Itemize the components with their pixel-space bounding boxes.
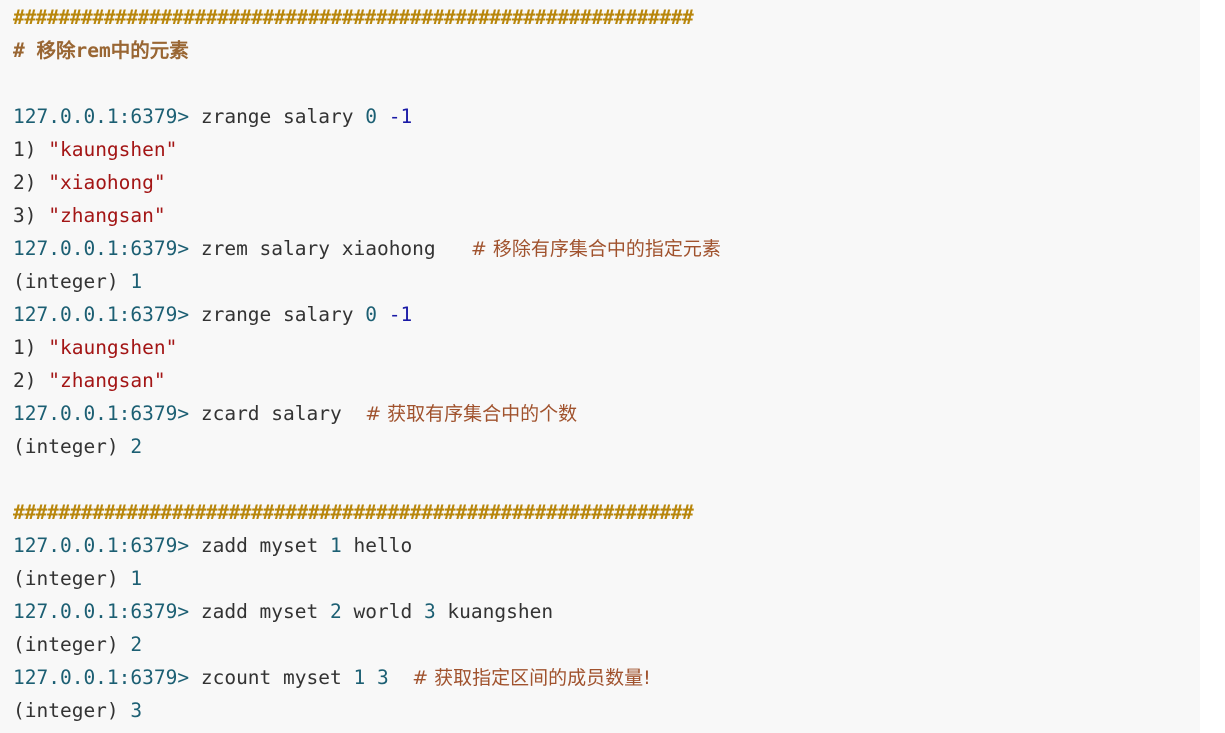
code-line: (integer) 2 <box>13 628 721 661</box>
number-token: 0 <box>365 303 377 326</box>
number-token: -1 <box>388 105 413 128</box>
number-token: 2 <box>330 600 342 623</box>
code-line: ########################################… <box>13 1 721 34</box>
code-block: ########################################… <box>0 0 1200 733</box>
command-text: 3) <box>13 204 49 227</box>
prompt: 127.0.0.1:6379> <box>13 402 190 425</box>
code-line: 3) "zhangsan" <box>13 199 721 232</box>
string-token: "zhangsan" <box>48 369 166 392</box>
number-token: 1 <box>130 567 143 590</box>
command-text: zadd myset <box>189 600 330 623</box>
comment-token: # 获取指定区间的成员数量! <box>412 667 651 689</box>
code-line: (integer) 2 <box>13 430 721 463</box>
code-line: 2) "zhangsan" <box>13 364 721 397</box>
number-token: 1 <box>353 666 366 689</box>
code-line: (integer) 1 <box>13 265 721 298</box>
command-text: hello <box>341 534 413 557</box>
number-token: -1 <box>388 303 413 326</box>
comment-token: # 移除有序集合中的指定元素 <box>470 238 721 260</box>
command-text: zrem salary xiaohong <box>189 237 471 260</box>
code-line: # 移除rem中的元素 <box>13 34 721 67</box>
code-line: 127.0.0.1:6379> zrem salary xiaohong # 移… <box>13 232 721 265</box>
code-line: 127.0.0.1:6379> zcard salary # 获取有序集合中的个… <box>13 397 721 430</box>
command-text: zcount myset <box>189 666 354 689</box>
command-text <box>365 666 377 689</box>
number-token: 1 <box>330 534 342 557</box>
command-text: (integer) <box>13 567 131 590</box>
number-token: 2 <box>130 633 143 656</box>
page-margin <box>1200 0 1225 733</box>
number-token: 0 <box>365 105 377 128</box>
separator-line: ########################################… <box>13 501 694 524</box>
string-token: "kaungshen" <box>48 336 178 359</box>
comment-token: # 获取有序集合中的个数 <box>365 403 578 425</box>
command-text: (integer) <box>13 270 131 293</box>
command-text: kuangshen <box>435 600 554 623</box>
prompt: 127.0.0.1:6379> <box>13 666 190 689</box>
code-line: 127.0.0.1:6379> zadd myset 2 world 3 kua… <box>13 595 721 628</box>
number-token: 3 <box>423 600 436 623</box>
command-text: zrange salary <box>189 303 366 326</box>
number-token: 3 <box>376 666 389 689</box>
code-line: ########################################… <box>13 496 721 529</box>
command-text: zadd myset <box>189 534 330 557</box>
string-token: "zhangsan" <box>48 204 166 227</box>
command-text: 1) <box>13 336 49 359</box>
string-token: "xiaohong" <box>48 171 166 194</box>
prompt: 127.0.0.1:6379> <box>13 105 190 128</box>
code-line: (integer) 1 <box>13 562 721 595</box>
prompt: 127.0.0.1:6379> <box>13 303 190 326</box>
command-text <box>389 666 412 689</box>
code-content: ########################################… <box>13 0 721 727</box>
command-text: world <box>341 600 424 623</box>
string-token: "kaungshen" <box>48 138 178 161</box>
code-line: 127.0.0.1:6379> zadd myset 1 hello <box>13 529 721 562</box>
command-text: 2) <box>13 171 49 194</box>
separator-line: ########################################… <box>13 6 694 29</box>
command-text <box>377 105 389 128</box>
number-token: 3 <box>130 699 143 722</box>
command-text: zcard salary <box>189 402 366 425</box>
code-line: 127.0.0.1:6379> zrange salary 0 -1 <box>13 298 721 331</box>
code-line: 1) "kaungshen" <box>13 331 721 364</box>
command-text: zrange salary <box>189 105 366 128</box>
code-line: 127.0.0.1:6379> zrange salary 0 -1 <box>13 100 721 133</box>
command-text: 2) <box>13 369 49 392</box>
code-line: 127.0.0.1:6379> zcount myset 1 3 # 获取指定区… <box>13 661 721 694</box>
prompt: 127.0.0.1:6379> <box>13 600 190 623</box>
command-text: 1) <box>13 138 49 161</box>
command-text <box>377 303 389 326</box>
command-text: (integer) <box>13 633 131 656</box>
section-comment: # 移除rem中的元素 <box>13 39 189 62</box>
code-line: 2) "xiaohong" <box>13 166 721 199</box>
code-line: 1) "kaungshen" <box>13 133 721 166</box>
number-token: 1 <box>130 270 143 293</box>
command-text: (integer) <box>13 699 131 722</box>
number-token: 2 <box>130 435 143 458</box>
code-line: (integer) 3 <box>13 694 721 727</box>
prompt: 127.0.0.1:6379> <box>13 237 190 260</box>
command-text: (integer) <box>13 435 131 458</box>
prompt: 127.0.0.1:6379> <box>13 534 190 557</box>
